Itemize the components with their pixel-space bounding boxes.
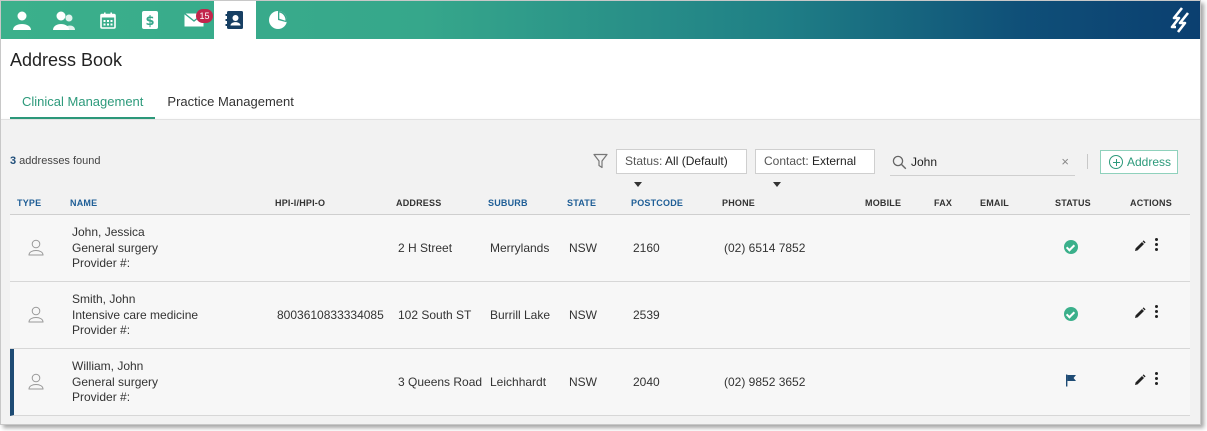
column-header-email: EMAIL [980,198,1009,208]
column-header-type[interactable]: TYPE [17,198,41,208]
clear-search-icon[interactable]: × [1061,154,1069,169]
column-header-actions: ACTIONS [1130,198,1172,208]
column-header-postcode[interactable]: POSTCODE [631,198,683,208]
column-header-name[interactable]: NAME [70,198,97,208]
column-header-fax: FAX [934,198,953,208]
status-dropdown-value: All (Default) [665,154,728,168]
table-row[interactable]: John, Jessica General surgery Provider #… [10,215,1190,282]
contact-dropdown[interactable]: Contact: External [755,149,875,188]
table-row-selected[interactable]: William, John General surgery Provider #… [10,349,1190,416]
state-cell: NSW [569,308,597,322]
status-dropdown-label: Status: [625,154,666,168]
mail-badge: 15 [196,9,213,23]
state-cell: NSW [569,241,597,255]
contact-provider-number: Provider #: [72,256,131,270]
column-header-mobile: MOBILE [865,198,902,208]
tab-bar: Clinical Management Practice Management [10,87,306,119]
search-box: × [890,149,1075,176]
column-header-suburb[interactable]: SUBURB [488,198,528,208]
contact-specialty: Intensive care medicine [72,307,199,322]
address-cell: 2 H Street [398,241,453,255]
nav-mail-icon[interactable]: 15 [173,1,215,39]
contact-specialty: General surgery [72,374,159,389]
phone-cell: (02) 9852 3652 [724,375,806,389]
add-address-label: Address [1127,155,1172,169]
add-address-button[interactable]: Address [1100,150,1178,174]
column-header-state[interactable]: STATE [567,198,596,208]
table-row[interactable]: Smith, John Intensive care medicine Prov… [10,282,1190,349]
postcode-cell: 2040 [633,375,660,389]
chevron-down-icon [634,182,642,188]
brand-logo-icon [1170,7,1190,33]
search-input[interactable] [911,152,1051,172]
chevron-down-icon [773,182,781,188]
svg-text:$: $ [145,14,154,29]
flag-icon [1066,374,1076,387]
contact-provider-number: Provider #: [72,390,131,404]
contact-provider-number: Provider #: [72,323,131,337]
add-circle-icon [1109,155,1123,169]
person-icon [28,306,44,323]
postcode-cell: 2539 [633,308,660,322]
results-count-label: addresses found [16,155,101,167]
suburb-cell: Burrill Lake [490,308,551,322]
phone-cell: (02) 6514 7852 [724,241,806,255]
contact-dropdown-label: Contact: [764,154,813,168]
contact-specialty: General surgery [72,240,159,255]
contact-name-cell: William, John General surgery Provider #… [72,359,158,406]
tab-clinical-management[interactable]: Clinical Management [10,87,156,119]
status-active-icon [1064,240,1078,254]
page-title: Address Book [10,50,123,70]
status-dropdown[interactable]: Status: All (Default) [616,149,747,188]
contact-name: John, Jessica [72,225,145,239]
edit-pencil-icon[interactable] [1133,374,1146,387]
contact-name-cell: Smith, John Intensive care medicine Prov… [72,292,198,339]
address-cell: 102 South ST [398,308,472,322]
search-icon [892,155,907,170]
table-header: TYPE NAME HPI-I/HPI-O ADDRESS SUBURB STA… [10,193,1190,215]
address-cell: 3 Queens Road [398,375,483,389]
nav-calendar-icon[interactable] [87,1,129,39]
results-count: 3 addresses found [10,155,101,167]
suburb-cell: Leichhardt [490,375,547,389]
edit-pencil-icon[interactable] [1133,240,1146,253]
contact-name-cell: John, Jessica General surgery Provider #… [72,225,158,272]
column-header-phone: PHONE [722,198,756,208]
nav-reports-icon[interactable] [257,1,299,39]
suburb-cell: Merrylands [490,241,550,255]
state-cell: NSW [569,375,597,389]
status-active-icon [1064,307,1078,321]
contact-name: William, John [72,359,144,373]
app-window: $ 15 Address Book Clinical Management Pr… [0,0,1201,425]
nav-patients-icon[interactable] [43,1,85,39]
postcode-cell: 2160 [633,241,660,255]
column-header-hpi: HPI-I/HPI-O [275,198,326,208]
nav-address-book-icon[interactable] [214,1,256,39]
nav-patient-icon[interactable] [1,1,43,39]
edit-pencil-icon[interactable] [1133,307,1146,320]
contact-dropdown-value: External [812,154,857,168]
tab-practice-management[interactable]: Practice Management [155,87,305,119]
more-options-icon[interactable] [1154,305,1160,319]
column-header-status: STATUS [1055,198,1091,208]
person-icon [28,373,44,390]
nav-billing-icon[interactable]: $ [129,1,171,39]
column-header-address: ADDRESS [396,198,442,208]
person-icon [28,239,44,256]
more-options-icon[interactable] [1154,238,1160,252]
more-options-icon[interactable] [1154,372,1160,386]
hpi-cell: 8003610833334085 [277,308,384,322]
contact-name: Smith, John [72,292,136,306]
toolbar-divider [1087,154,1088,169]
top-nav-bar: $ 15 [1,1,1200,39]
filter-icon[interactable] [593,153,608,169]
